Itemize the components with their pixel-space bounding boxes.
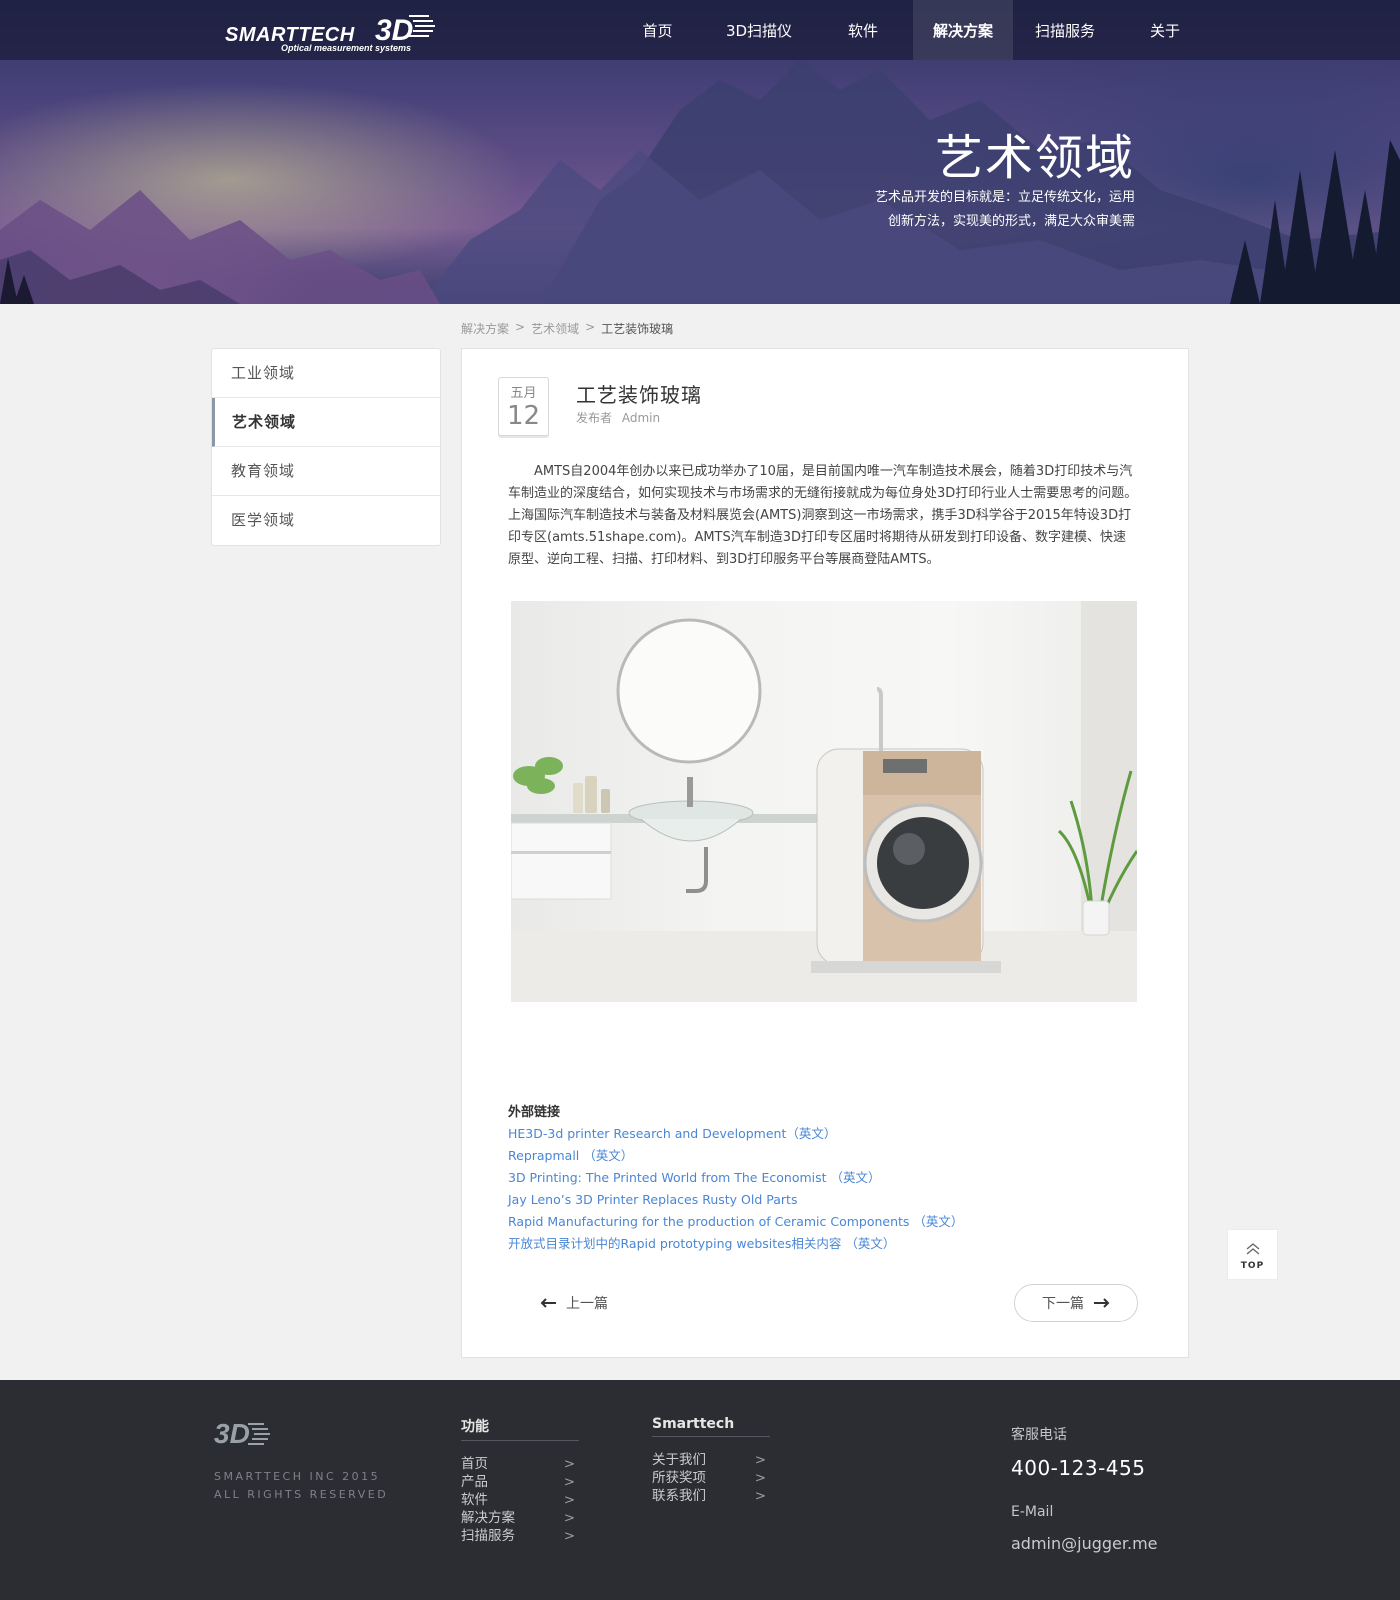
external-link[interactable]: Rapid Manufacturing for the production o…	[508, 1211, 963, 1233]
footer-column-title: Smarttech	[652, 1416, 770, 1437]
external-link[interactable]: HE3D-3d printer Research and Development…	[508, 1123, 963, 1145]
email-label: E-Mail	[1011, 1504, 1054, 1520]
main-nav: 首页 3D扫描仪 软件 解决方案 扫描服务 关于	[610, 0, 1213, 60]
copyright-line-2: ALL RIGHTS RESERVED	[214, 1488, 389, 1501]
footer-link-label: 扫描服务	[461, 1528, 515, 1544]
next-article-label: 下一篇	[1042, 1296, 1084, 1312]
breadcrumb-current: 工艺装饰玻璃	[601, 322, 674, 336]
author-name: Admin	[621, 411, 661, 425]
footer-link-products[interactable]: 产品 >	[461, 1473, 575, 1491]
nav-item-3d-scanner[interactable]: 3D扫描仪	[705, 0, 813, 60]
breadcrumb-art-link[interactable]: 艺术领域	[531, 320, 579, 337]
logo-tagline: Optical measurement systems	[281, 43, 412, 53]
footer-link-scan-service[interactable]: 扫描服务 >	[461, 1527, 575, 1545]
date-day: 12	[506, 401, 541, 431]
hero-description: 艺术品开发的目标就是：立足传统文化，运用 创新方法，实现美的形式，满足大众审美需	[835, 186, 1135, 234]
footer-link-label: 联系我们	[652, 1488, 706, 1504]
previous-article-label: 上一篇	[566, 1296, 608, 1312]
previous-article-button[interactable]: 上一篇	[512, 1284, 636, 1322]
footer-contact: 客服电话 400-123-455 E-Mail admin@jugger.me	[1011, 1424, 1158, 1553]
site-footer: 3D SMARTTECH INC 2015 ALL RIGHTS RESERVE…	[0, 1380, 1400, 1600]
hero-description-line-2: 创新方法，实现美的形式，满足大众审美需	[887, 214, 1135, 229]
article-meta: 发布者 Admin	[576, 409, 660, 426]
footer-link-solutions[interactable]: 解决方案 >	[461, 1509, 575, 1527]
nav-item-software[interactable]: 软件	[813, 0, 913, 60]
article-card: 五月 12 工艺装饰玻璃 发布者 Admin AMTS自2004年创办以来已成功…	[461, 348, 1189, 1358]
chevron-right-icon: >	[754, 1488, 766, 1504]
footer-link-label: 解决方案	[461, 1510, 515, 1526]
chevron-right-icon: >	[754, 1470, 766, 1486]
footer-link-contact-us[interactable]: 联系我们 >	[652, 1487, 766, 1505]
breadcrumb-separator: >	[585, 320, 596, 334]
hero-description-line-1: 艺术品开发的目标就是：立足传统文化，运用	[874, 190, 1135, 205]
external-link[interactable]: 3D Printing: The Printed World from The …	[508, 1167, 963, 1189]
nav-item-home[interactable]: 首页	[610, 0, 705, 60]
chevron-right-icon: >	[754, 1452, 766, 1468]
external-link[interactable]: 开放式目录计划中的Rapid prototyping websites相关内容 …	[508, 1233, 963, 1255]
sidebar-item-education[interactable]: 教育领域	[212, 447, 440, 496]
article-title: 工艺装饰玻璃	[576, 383, 702, 407]
footer-link-label: 首页	[461, 1456, 488, 1472]
breadcrumb-solutions-link[interactable]: 解决方案	[461, 320, 509, 337]
breadcrumb: 解决方案 > 艺术领域 > 工艺装饰玻璃	[461, 320, 673, 337]
nav-item-scan-service[interactable]: 扫描服务	[1013, 0, 1117, 60]
footer-logo: 3D	[214, 1418, 274, 1454]
hero-banner: SMARTTECH 3D Optical measurement systems…	[0, 0, 1400, 304]
email-address[interactable]: admin@jugger.me	[1011, 1534, 1158, 1553]
nav-item-about[interactable]: 关于	[1117, 0, 1213, 60]
article-body: AMTS自2004年创办以来已成功举办了10届，是目前国内唯一汽车制造技术展会，…	[508, 464, 1138, 567]
external-link[interactable]: Jay Leno’s 3D Printer Replaces Rusty Old…	[508, 1189, 963, 1211]
footer-link-label: 关于我们	[652, 1452, 706, 1468]
footer-link-label: 软件	[461, 1492, 488, 1508]
footer-link-home[interactable]: 首页 >	[461, 1455, 575, 1473]
chevron-right-icon: >	[563, 1510, 575, 1526]
date-month: 五月	[510, 386, 537, 401]
next-article-button[interactable]: 下一篇	[1014, 1284, 1138, 1322]
hero-title: 艺术领域	[934, 130, 1135, 186]
nav-item-solutions[interactable]: 解决方案	[913, 0, 1013, 60]
footer-link-label: 所获奖项	[652, 1470, 706, 1486]
footer-column-features: 功能 首页 > 产品 > 软件 > 解决方案 > 扫描服务 >	[461, 1416, 579, 1545]
phone-number[interactable]: 400-123-455	[1011, 1456, 1158, 1480]
phone-label: 客服电话	[1011, 1427, 1067, 1443]
breadcrumb-separator: >	[515, 320, 526, 334]
arrow-left-icon	[540, 1298, 556, 1308]
copyright-line-1: SMARTTECH INC 2015	[214, 1470, 381, 1483]
sidebar-item-industry[interactable]: 工业领域	[212, 349, 440, 398]
chevron-right-icon: >	[563, 1492, 575, 1508]
chevron-right-icon: >	[563, 1474, 575, 1490]
footer-logo-lines-icon	[248, 1423, 270, 1445]
double-chevron-up-icon	[1246, 1243, 1259, 1255]
author-label: 发布者	[576, 411, 613, 425]
external-links-title: 外部链接	[508, 1105, 561, 1120]
smarttech-logo[interactable]: SMARTTECH 3D Optical measurement systems	[225, 10, 435, 54]
top-navigation-bar: SMARTTECH 3D Optical measurement systems…	[0, 0, 1400, 60]
footer-link-software[interactable]: 软件 >	[461, 1491, 575, 1509]
logo-scan-lines-icon	[409, 15, 435, 37]
date-badge: 五月 12	[498, 377, 549, 436]
back-to-top-button[interactable]: TOP	[1228, 1230, 1277, 1279]
external-link[interactable]: Reprapmall （英文）	[508, 1145, 963, 1167]
arrow-right-icon	[1094, 1298, 1110, 1308]
footer-link-awards[interactable]: 所获奖项 >	[652, 1469, 766, 1487]
back-to-top-label: TOP	[1240, 1261, 1265, 1271]
sidebar-item-medical[interactable]: 医学领域	[212, 496, 440, 545]
footer-column-title: 功能	[461, 1416, 579, 1441]
bathroom-illustration	[511, 601, 1137, 1002]
category-sidebar: 工业领域 艺术领域 教育领域 医学领域	[211, 348, 441, 546]
sidebar-item-art[interactable]: 艺术领域	[212, 398, 440, 447]
footer-link-about-us[interactable]: 关于我们 >	[652, 1451, 766, 1469]
footer-link-label: 产品	[461, 1474, 488, 1490]
article-photo-bathroom	[511, 601, 1137, 1002]
footer-column-smarttech: Smarttech 关于我们 > 所获奖项 > 联系我们 >	[652, 1416, 770, 1505]
footer-copyright: SMARTTECH INC 2015 ALL RIGHTS RESERVED	[214, 1468, 388, 1504]
external-links-list: HE3D-3d printer Research and Development…	[508, 1123, 963, 1255]
chevron-right-icon: >	[563, 1456, 575, 1472]
chevron-right-icon: >	[563, 1528, 575, 1544]
